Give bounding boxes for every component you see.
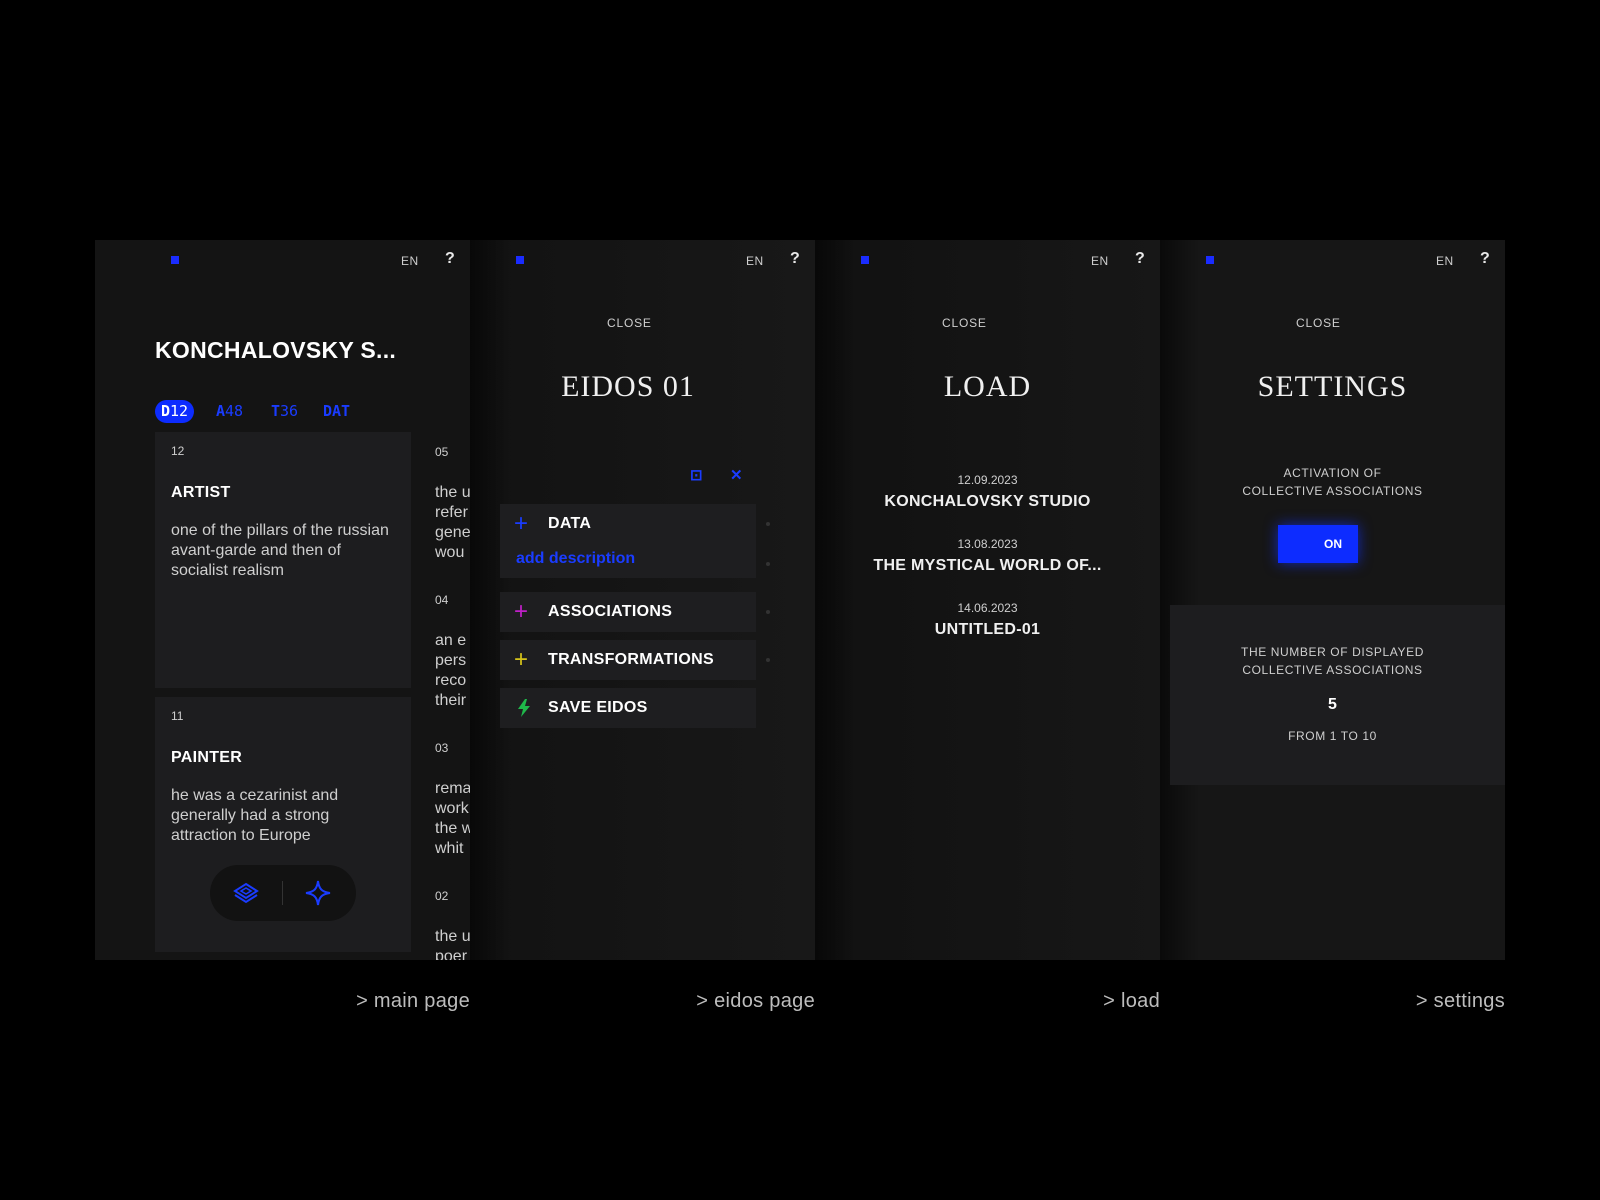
- language-switch[interactable]: EN: [401, 254, 419, 268]
- sparkle-icon[interactable]: [304, 879, 332, 907]
- card-description: the u poer: [435, 928, 470, 960]
- saved-item-date: 14.06.2023: [957, 601, 1018, 615]
- section-label: SAVE EIDOS: [548, 699, 648, 716]
- count-range-hint: FROM 1 TO 10: [1288, 729, 1377, 743]
- page-title: LOAD: [943, 370, 1032, 403]
- caption-main-page: > main page: [356, 990, 470, 1012]
- load-page-panel: EN ? CLOSE LOAD 12.09.2023 KONCHALOVSKY …: [815, 240, 1160, 960]
- section-label: DATA: [548, 515, 592, 532]
- close-button[interactable]: CLOSE: [942, 316, 987, 330]
- card-description: the u refer gene wou: [435, 484, 470, 561]
- close-button[interactable]: CLOSE: [1296, 316, 1341, 330]
- action-divider: [282, 881, 283, 905]
- save-eidos-button[interactable]: SAVE EIDOS: [500, 688, 756, 728]
- card-number: 04: [435, 593, 449, 607]
- plus-icon: +: [514, 598, 529, 625]
- card-description: rema work the w whit: [435, 780, 470, 857]
- card-number: 02: [435, 889, 449, 903]
- help-button[interactable]: ?: [790, 250, 800, 268]
- card-title: PAINTER: [171, 749, 243, 766]
- section-associations[interactable]: + ASSOCIATIONS: [500, 592, 756, 632]
- language-switch[interactable]: EN: [746, 254, 764, 268]
- tab-count: 36: [280, 402, 299, 420]
- eidos-page-panel: EN ? CLOSE EIDOS 01 ⊡ ✕ + DATA add descr…: [470, 240, 815, 960]
- drag-dot: [766, 562, 770, 566]
- saved-item-date: 13.08.2023: [957, 537, 1018, 551]
- card-artist[interactable]: 12 ARTIST one of the pillars of the russ…: [155, 432, 411, 688]
- associations-toggle[interactable]: ON: [1278, 525, 1358, 563]
- card-number: 05: [435, 445, 449, 459]
- count-setting-section: [1170, 605, 1505, 785]
- section-label: ASSOCIATIONS: [548, 603, 673, 620]
- count-label-line1: THE NUMBER OF DISPLAYED: [1241, 645, 1424, 659]
- settings-page-panel: EN ? CLOSE SETTINGS ACTIVATION OF COLLEC…: [1160, 240, 1505, 960]
- card-description: one of the pillars of the russian avant-…: [171, 522, 389, 579]
- section-transformations[interactable]: + TRANSFORMATIONS: [500, 640, 756, 680]
- drag-dot: [766, 610, 770, 614]
- language-switch[interactable]: EN: [1436, 254, 1454, 268]
- page-title: KONCHALOVSKY S...: [155, 337, 397, 363]
- close-button[interactable]: CLOSE: [607, 316, 652, 330]
- card-description: an e pers reco their: [435, 632, 467, 709]
- lightning-icon: [518, 699, 530, 717]
- card-number: 12: [171, 444, 185, 458]
- logo-square-icon[interactable]: [1206, 256, 1214, 264]
- activation-label-line2: COLLECTIVE ASSOCIATIONS: [1242, 484, 1423, 498]
- card-action-bar: [210, 865, 356, 921]
- saved-item-date: 12.09.2023: [957, 473, 1018, 487]
- panel-shadow: [815, 240, 855, 960]
- caption-settings: > settings: [1415, 990, 1505, 1012]
- tab-letter: D: [161, 402, 171, 420]
- logo-square-icon[interactable]: [861, 256, 869, 264]
- saved-item-name[interactable]: KONCHALOVSKY STUDIO: [815, 493, 1160, 511]
- drag-dot: [766, 658, 770, 662]
- caption-load: > load: [1103, 990, 1160, 1012]
- tab-transformations[interactable]: T36: [265, 400, 304, 423]
- section-data[interactable]: + DATA: [500, 504, 756, 544]
- section-label: TRANSFORMATIONS: [548, 651, 714, 668]
- panel-shadow: [1160, 240, 1200, 960]
- toggle-state-label: ON: [1324, 537, 1342, 551]
- page-title: EIDOS 01: [561, 370, 695, 403]
- tab-letter: A: [216, 402, 226, 420]
- expand-icon[interactable]: ⊡: [690, 466, 703, 484]
- close-icon[interactable]: ✕: [730, 466, 743, 484]
- tab-associations[interactable]: A48: [210, 400, 249, 423]
- activation-label-line1: ACTIVATION OF: [1283, 466, 1382, 480]
- tab-dat[interactable]: DAT: [317, 400, 356, 423]
- help-button[interactable]: ?: [1135, 250, 1145, 268]
- card-number: 03: [435, 741, 449, 755]
- logo-square-icon[interactable]: [516, 256, 524, 264]
- tab-letter: T: [271, 402, 281, 420]
- help-button[interactable]: ?: [1480, 250, 1490, 268]
- card-number: 11: [171, 709, 184, 723]
- card-title: ARTIST: [171, 484, 231, 501]
- help-button[interactable]: ?: [445, 250, 455, 268]
- logo-square-icon[interactable]: [171, 256, 179, 264]
- drag-dot: [766, 522, 770, 526]
- caption-eidos-page: > eidos page: [696, 990, 815, 1012]
- saved-item-name[interactable]: UNTITLED-01: [815, 621, 1160, 639]
- add-description-link[interactable]: add description: [516, 550, 635, 568]
- plus-icon: +: [514, 646, 529, 673]
- tab-count: 48: [225, 402, 244, 420]
- saved-item-name[interactable]: THE MYSTICAL WORLD OF...: [815, 557, 1160, 575]
- count-value-input[interactable]: 5: [1160, 696, 1505, 714]
- plus-icon: +: [514, 510, 529, 537]
- language-switch[interactable]: EN: [1091, 254, 1109, 268]
- page-title: SETTINGS: [1257, 370, 1408, 403]
- card-description: he was a cezarinist and generally had a …: [171, 787, 339, 844]
- tab-letter: DAT: [323, 402, 351, 420]
- tab-data[interactable]: D12: [155, 400, 195, 423]
- layers-icon[interactable]: [232, 879, 260, 907]
- tab-count: 12: [170, 402, 189, 420]
- add-description-field[interactable]: add description: [500, 540, 756, 578]
- count-label-line2: COLLECTIVE ASSOCIATIONS: [1242, 663, 1423, 677]
- main-page-panel: EN ? KONCHALOVSKY S... D12 A48 T36 DAT 1…: [95, 240, 470, 960]
